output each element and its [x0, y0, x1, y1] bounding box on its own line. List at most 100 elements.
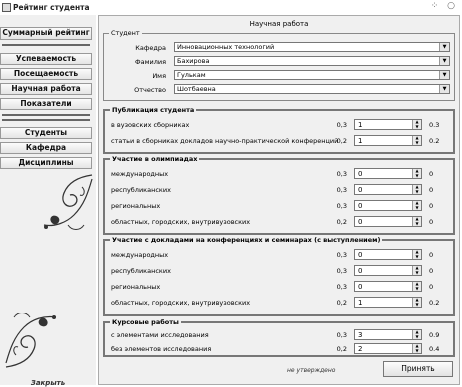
row-result: 0	[429, 202, 434, 210]
sidebar-divider	[2, 114, 90, 116]
app-icon	[2, 3, 11, 12]
weight: 0,3	[336, 186, 347, 194]
row-result: 0	[429, 283, 434, 291]
weight: 0,3	[336, 121, 347, 129]
score-row: с элементами исследования 0,3 3 ▲ ▼ 0.9	[105, 329, 453, 341]
olympiads-group: Участие в олимпиадах международных 0,3 0…	[103, 155, 455, 235]
score-row: региональных 0,3 0 ▲ ▼ 0	[105, 281, 453, 293]
nav-disciplines[interactable]: Дисциплины	[0, 157, 92, 169]
score-row: статьи в сборниках докладов научно-практ…	[105, 135, 453, 147]
count-spinner[interactable]: 3 ▲ ▼	[354, 329, 422, 340]
surname-select[interactable]: Бахирова ▼	[174, 56, 450, 66]
field-department: Кафедра Инновационных технологий ▼	[104, 42, 454, 53]
name-select[interactable]: Гулькам ▼	[174, 70, 450, 80]
score-row: без элементов исследования 0,2 2 ▲ ▼ 0.4	[105, 343, 453, 355]
department-select[interactable]: Инновационных технологий ▼	[174, 42, 450, 52]
spin-arrows-icon: ▲ ▼	[412, 281, 421, 291]
row-result: 0.2	[429, 137, 440, 145]
field-patronymic: Отчество Шотбаевна ▼	[104, 84, 454, 95]
count-spinner[interactable]: 2 ▲ ▼	[354, 343, 422, 354]
sidebar-divider	[2, 119, 90, 121]
weight: 0,2	[336, 218, 347, 226]
corner-ornament-icon	[5, 313, 57, 368]
row-result: 0	[429, 251, 434, 259]
approval-status: не утверждено	[287, 367, 336, 374]
nav-performance[interactable]: Успеваемость	[0, 53, 92, 65]
coursework-group: Курсовые работы с элементами исследовани…	[103, 318, 455, 357]
chevron-down-icon[interactable]: ▼	[439, 71, 449, 79]
row-result: 0	[429, 267, 434, 275]
weight: 0,3	[336, 331, 347, 339]
group-legend: Курсовые работы	[110, 318, 181, 326]
spin-arrows-icon: ▲ ▼	[412, 135, 421, 145]
window-controls[interactable]: ⁘ ○	[431, 1, 458, 11]
score-row: международных 0,3 0 ▲ ▼ 0	[105, 168, 453, 180]
field-label: Отчество	[134, 86, 166, 94]
spin-arrows-icon: ▲ ▼	[412, 249, 421, 259]
sidebar-divider	[2, 44, 90, 46]
group-legend: Публикация студента	[110, 106, 197, 114]
score-row: в вузовских сборниках 0,3 1 ▲ ▼ 0.3	[105, 119, 453, 131]
group-legend: Студент	[109, 29, 142, 37]
chevron-down-icon[interactable]: ▼	[439, 85, 449, 93]
chevron-down-icon[interactable]: ▼	[439, 57, 449, 65]
count-spinner[interactable]: 0 ▲ ▼	[354, 265, 422, 276]
score-row: республиканских 0,3 0 ▲ ▼ 0	[105, 184, 453, 196]
spin-arrows-icon: ▲ ▼	[412, 119, 421, 129]
count-spinner[interactable]: 0 ▲ ▼	[354, 168, 422, 179]
field-label: Имя	[152, 72, 166, 80]
count-spinner[interactable]: 1 ▲ ▼	[354, 135, 422, 146]
student-group: Студент Кафедра Инновационных технологий…	[103, 29, 455, 101]
patronymic-select[interactable]: Шотбаевна ▼	[174, 84, 450, 94]
row-result: 0	[429, 186, 434, 194]
spin-arrows-icon: ▲ ▼	[412, 297, 421, 307]
row-result: 0.3	[429, 121, 440, 129]
row-result: 0.4	[429, 345, 440, 353]
field-surname: Фамилия Бахирова ▼	[104, 56, 454, 67]
count-spinner[interactable]: 1 ▲ ▼	[354, 297, 422, 308]
conferences-group: Участие с докладами на конференциях и се…	[103, 236, 455, 316]
nav-summary-rating[interactable]: Суммарный рейтинг	[0, 27, 92, 40]
group-legend: Участие с докладами на конференциях и се…	[110, 236, 383, 244]
title-bar: Рейтинг студента ⁘ ○	[0, 0, 462, 15]
weight: 0,3	[336, 170, 347, 178]
score-row: международных 0,3 0 ▲ ▼ 0	[105, 249, 453, 261]
row-result: 0.2	[429, 299, 440, 307]
group-legend: Участие в олимпиадах	[110, 155, 200, 163]
weight: 0,2	[336, 137, 347, 145]
field-label: Фамилия	[135, 58, 166, 66]
accept-button[interactable]: Принять	[383, 361, 453, 377]
row-result: 0	[429, 170, 434, 178]
spin-arrows-icon: ▲ ▼	[412, 329, 421, 339]
weight: 0,3	[336, 283, 347, 291]
close-link[interactable]: Закрыть	[0, 379, 96, 387]
weight: 0,3	[336, 251, 347, 259]
nav-department[interactable]: Кафедра	[0, 142, 92, 154]
row-result: 0	[429, 218, 434, 226]
chevron-down-icon[interactable]: ▼	[439, 43, 449, 51]
spin-arrows-icon: ▲ ▼	[412, 168, 421, 178]
weight: 0,2	[336, 345, 347, 353]
score-row: республиканских 0,3 0 ▲ ▼ 0	[105, 265, 453, 277]
count-spinner[interactable]: 0 ▲ ▼	[354, 216, 422, 227]
count-spinner[interactable]: 0 ▲ ▼	[354, 184, 422, 195]
count-spinner[interactable]: 1 ▲ ▼	[354, 119, 422, 130]
nav-research[interactable]: Научная работа	[0, 83, 92, 95]
nav-indicators[interactable]: Показатели	[0, 98, 92, 110]
sidebar: Суммарный рейтинг Успеваемость Посещаемо…	[0, 15, 96, 387]
field-name: Имя Гулькам ▼	[104, 70, 454, 81]
count-spinner[interactable]: 0 ▲ ▼	[354, 249, 422, 260]
row-result: 0.9	[429, 331, 440, 339]
count-spinner[interactable]: 0 ▲ ▼	[354, 200, 422, 211]
spin-arrows-icon: ▲ ▼	[412, 216, 421, 226]
main-panel: Научная работа Студент Кафедра Инновацио…	[98, 15, 460, 385]
score-row: областных, городских, внутривузовских 0,…	[105, 216, 453, 228]
corner-ornament-icon	[43, 174, 93, 230]
count-spinner[interactable]: 0 ▲ ▼	[354, 281, 422, 292]
spin-arrows-icon: ▲ ▼	[412, 343, 421, 353]
weight: 0,3	[336, 202, 347, 210]
publications-group: Публикация студента в вузовских сборника…	[103, 106, 455, 154]
score-row: областных, городских, внутривузовских 0,…	[105, 297, 453, 309]
nav-attendance[interactable]: Посещаемость	[0, 68, 92, 80]
nav-students[interactable]: Студенты	[0, 127, 92, 139]
